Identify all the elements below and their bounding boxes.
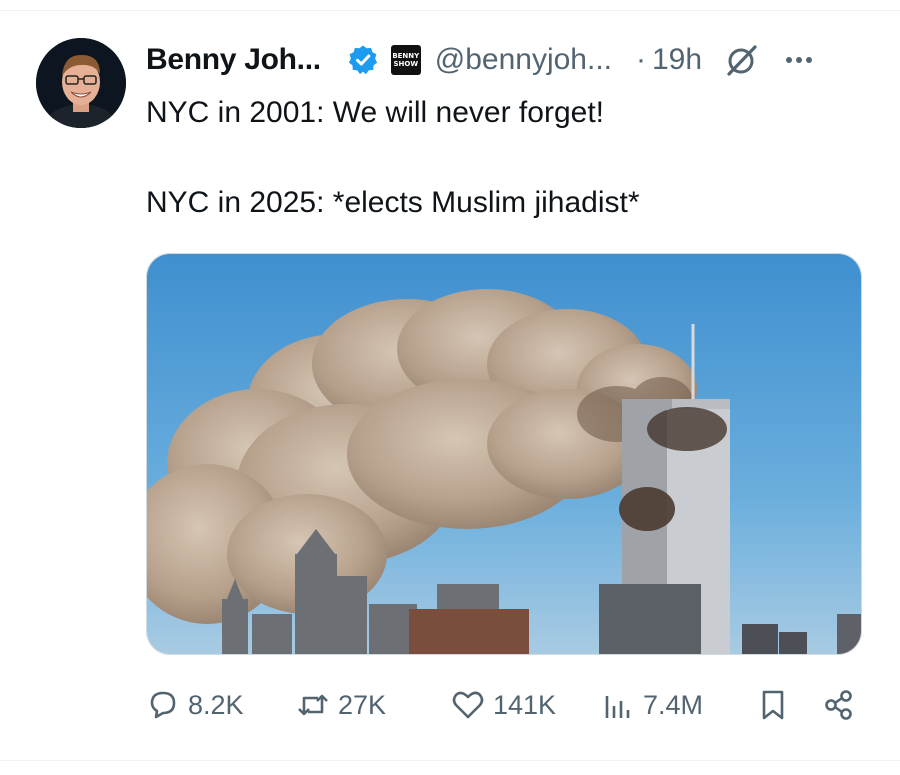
separator-dot: · — [636, 43, 646, 76]
like-count: 141K — [493, 689, 557, 720]
grok-icon[interactable] — [724, 42, 760, 78]
reply-button[interactable]: 8.2K — [146, 680, 244, 730]
timestamp[interactable]: 19h — [652, 43, 702, 77]
affiliate-badge-line-1: BENNY — [392, 52, 420, 60]
tweet-text: NYC in 2001: We will never forget! NYC i… — [146, 94, 866, 222]
top-divider — [0, 10, 900, 11]
like-button[interactable]: 141K — [451, 680, 556, 730]
share-icon — [822, 688, 864, 722]
views-count: 7.4M — [643, 689, 704, 720]
display-name[interactable]: Benny Joh... — [146, 43, 321, 77]
affiliate-badge[interactable]: BENNY SHOW — [390, 45, 421, 75]
reply-count: 8.2K — [188, 689, 244, 720]
repost-button[interactable]: 27K — [296, 680, 386, 730]
heart-icon — [451, 688, 493, 722]
repost-count: 27K — [338, 689, 387, 720]
repost-icon — [296, 688, 338, 722]
more-icon[interactable] — [782, 43, 816, 77]
tweet-line-2: NYC in 2025: *elects Muslim jihadist* — [146, 186, 640, 219]
verified-badge-icon[interactable] — [347, 44, 379, 76]
bookmark-button[interactable] — [756, 680, 798, 730]
affiliate-badge-line-2: SHOW — [393, 60, 419, 68]
tweet-header: Benny Joh... BENNY SHOW @bennyjoh... · 1… — [146, 38, 816, 82]
views-button[interactable]: 7.4M — [601, 680, 703, 730]
reply-icon — [146, 688, 188, 722]
bookmark-icon — [756, 688, 798, 722]
avatar[interactable] — [36, 38, 126, 128]
handle[interactable]: @bennyjoh... — [435, 43, 612, 77]
views-icon — [601, 688, 643, 722]
tweet-line-1: NYC in 2001: We will never forget! — [146, 96, 604, 129]
action-bar: 8.2K 27K 141K 7.4M — [146, 680, 862, 730]
avatar-image — [36, 38, 126, 128]
share-button[interactable] — [822, 680, 864, 730]
bottom-divider — [0, 760, 900, 761]
tweet-media-image[interactable] — [146, 253, 862, 655]
